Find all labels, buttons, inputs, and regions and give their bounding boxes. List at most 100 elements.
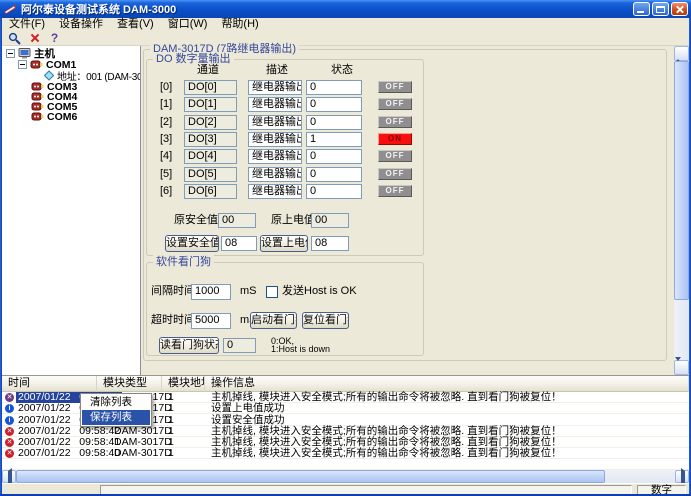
- channel-field[interactable]: DO[4]: [184, 149, 237, 164]
- titlebar: 阿尔泰设备测试系统 DAM-3000: [0, 0, 691, 18]
- info-icon: i: [5, 416, 14, 425]
- channel-field[interactable]: DO[3]: [184, 132, 237, 147]
- status-field[interactable]: 0: [306, 115, 362, 130]
- arrow-down-icon: [675, 357, 681, 376]
- send-host-checkbox[interactable]: [266, 286, 278, 298]
- interval-field[interactable]: 1000: [191, 284, 231, 300]
- device-tree: 主机 COM1 地址：001 (DAM-3017D) COM3 COM4: [2, 46, 141, 375]
- description-field[interactable]: 继电器输出: [248, 115, 302, 130]
- error-icon: ✕: [5, 449, 14, 458]
- column-header-desc: 描述: [266, 63, 288, 78]
- log-info: 设置上电值成功: [211, 403, 285, 414]
- set-power-value-field[interactable]: 08: [311, 236, 349, 251]
- collapse-icon[interactable]: [18, 60, 27, 69]
- menu-file[interactable]: 文件(F): [2, 18, 52, 31]
- status-field[interactable]: 0: [306, 80, 362, 95]
- horizontal-scroll-thumb[interactable]: [16, 470, 605, 483]
- do-toggle-button[interactable]: OFF: [378, 81, 412, 93]
- do-toggle-button[interactable]: OFF: [378, 185, 412, 197]
- maximize-icon: [656, 6, 665, 13]
- log-header-info[interactable]: 操作信息: [205, 376, 689, 392]
- status-field[interactable]: 0: [306, 149, 362, 164]
- do-toggle-button[interactable]: ON: [378, 133, 412, 145]
- do-toggle-button[interactable]: OFF: [378, 168, 412, 180]
- status-field[interactable]: 0: [306, 184, 362, 199]
- start-watchdog-button[interactable]: 启动看门狗: [250, 312, 297, 329]
- menu-view[interactable]: 查看(V): [110, 18, 161, 31]
- vertical-scroll-thumb[interactable]: [674, 61, 689, 300]
- channel-field[interactable]: DO[5]: [184, 167, 237, 182]
- vertical-scrollbar[interactable]: [674, 46, 689, 375]
- menu-device-ops[interactable]: 设备操作: [52, 18, 110, 31]
- do-toggle-button[interactable]: OFF: [378, 150, 412, 162]
- scroll-up-button[interactable]: [674, 46, 689, 61]
- log-header-time[interactable]: 时间: [2, 376, 97, 392]
- do-output-group: DO 数字量输出 通道 描述 状态 [0] DO[0] 继电器输出 0 OFF …: [146, 59, 424, 256]
- orig-safe-label: 原安全值: [174, 213, 218, 228]
- app-window: 阿尔泰设备测试系统 DAM-3000 文件(F) 设备操作 查看(V) 窗口(W…: [0, 0, 691, 496]
- horizontal-scrollbar[interactable]: [2, 470, 689, 483]
- set-safe-value-field[interactable]: 08: [221, 236, 257, 251]
- tree-item-host[interactable]: 主机: [6, 48, 55, 59]
- tree-item-com6[interactable]: COM6: [31, 111, 77, 122]
- app-icon[interactable]: [3, 3, 17, 16]
- window-frame-left: [0, 18, 2, 496]
- minimize-icon: [637, 11, 644, 13]
- log-module-type: DAM-3017D: [114, 448, 172, 459]
- timeout-field[interactable]: 5000: [191, 313, 231, 329]
- timeout-label: 超时时间: [151, 313, 195, 328]
- status-field[interactable]: 0: [306, 97, 362, 112]
- log-header: 时间 模块类型 模块地址 操作信息: [2, 376, 689, 392]
- scroll-left-button[interactable]: [2, 470, 16, 483]
- delete-button[interactable]: [26, 31, 43, 45]
- main-panel: DAM-3017D (7路继电器输出) DO 数字量输出 通道 描述 状态 [0…: [141, 46, 674, 375]
- log-header-module-type[interactable]: 模块类型: [97, 376, 162, 392]
- scroll-right-button[interactable]: [675, 470, 689, 483]
- status-field[interactable]: 1: [306, 132, 362, 147]
- help-button[interactable]: ?: [46, 31, 63, 45]
- description-field[interactable]: 继电器输出: [248, 80, 302, 95]
- watchdog-group-title: 软件看门狗: [153, 255, 214, 269]
- description-field[interactable]: 继电器输出: [248, 97, 302, 112]
- delete-icon: [30, 33, 40, 43]
- menu-window[interactable]: 窗口(W): [161, 18, 215, 31]
- log-info: 主机掉线, 模块进入安全模式;所有的输出命令将被忽略. 直到看门狗被复位！: [211, 448, 562, 459]
- log-module-addr: 1: [168, 448, 174, 459]
- read-watchdog-status-button[interactable]: 读看门狗状态: [159, 337, 219, 354]
- do-toggle-button[interactable]: OFF: [378, 116, 412, 128]
- status-field[interactable]: 0: [306, 167, 362, 182]
- search-icon: [8, 32, 21, 45]
- log-header-module-addr[interactable]: 模块地址: [162, 376, 205, 392]
- minimize-button[interactable]: [633, 2, 650, 16]
- menubar: 文件(F) 设备操作 查看(V) 窗口(W) 帮助(H): [2, 18, 689, 31]
- channel-field[interactable]: DO[1]: [184, 97, 237, 112]
- description-field[interactable]: 继电器输出: [248, 132, 302, 147]
- toolbar: ?: [2, 31, 689, 46]
- context-menu: 清除列表 保存列表: [80, 393, 152, 427]
- module-diamond-icon: [44, 70, 54, 81]
- channel-field[interactable]: DO[0]: [184, 80, 237, 95]
- menu-help[interactable]: 帮助(H): [214, 18, 265, 31]
- interval-label: 间隔时间: [151, 284, 195, 299]
- maximize-button[interactable]: [652, 2, 669, 16]
- log-row[interactable]: ✕ 2007/01/22 09:58:40 DAM-3017D 1 主机掉线, …: [2, 448, 689, 459]
- set-safe-value-button[interactable]: 设置安全值: [165, 235, 219, 252]
- channel-field[interactable]: DO[6]: [184, 184, 237, 199]
- close-button[interactable]: [671, 2, 688, 16]
- watchdog-hint-line2: 1:Host is down: [271, 345, 330, 353]
- scroll-down-button[interactable]: [674, 360, 689, 375]
- description-field[interactable]: 继电器输出: [248, 184, 302, 199]
- set-power-value-button[interactable]: 设置上电值: [260, 235, 308, 252]
- search-button[interactable]: [6, 31, 23, 45]
- channel-field[interactable]: DO[2]: [184, 115, 237, 130]
- menu-item-save-list[interactable]: 保存列表: [82, 410, 150, 425]
- do-toggle-button[interactable]: OFF: [378, 98, 412, 110]
- description-field[interactable]: 继电器输出: [248, 167, 302, 182]
- tree-item-address-001[interactable]: 地址：001 (DAM-3017D): [44, 70, 141, 81]
- description-field[interactable]: 继电器输出: [248, 149, 302, 164]
- reset-watchdog-button[interactable]: 复位看门狗: [302, 312, 349, 329]
- collapse-icon[interactable]: [6, 49, 15, 58]
- menu-item-clear-list[interactable]: 清除列表: [82, 395, 150, 410]
- send-host-label: 发送Host is OK: [282, 284, 357, 299]
- com-port-icon: [31, 111, 44, 122]
